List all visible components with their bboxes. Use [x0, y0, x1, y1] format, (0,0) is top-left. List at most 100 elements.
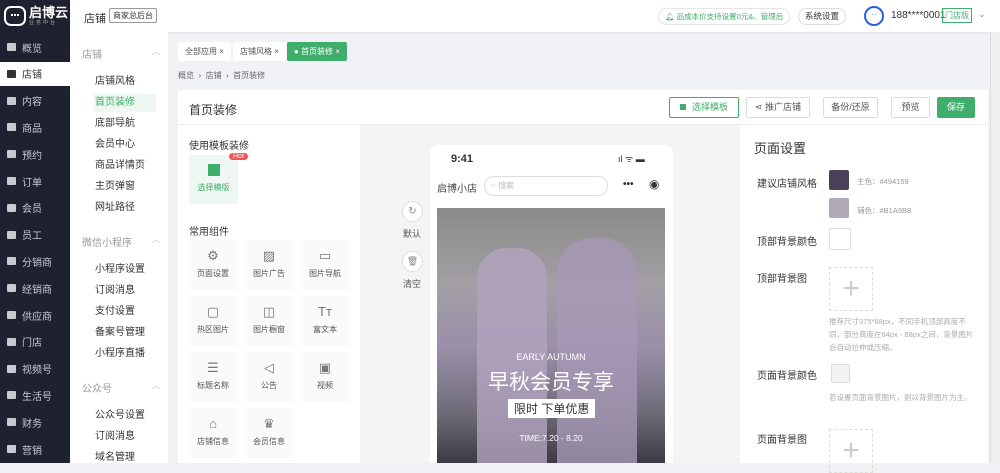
reset-label[interactable]: 默认 [403, 227, 421, 240]
store-name: 启博小店 [437, 184, 477, 195]
component-tile[interactable]: ▢ 热区图片 [189, 296, 237, 346]
nav-item[interactable]: 预约 [0, 142, 70, 166]
subnav-item[interactable]: 支付设置 [94, 303, 156, 321]
component-icon: ♛ [263, 416, 275, 431]
label: 选择模板 [691, 102, 728, 112]
subnav-item[interactable]: 首页装修 [94, 94, 156, 112]
subnav-item[interactable]: 小程序设置 [94, 261, 156, 279]
component-tile[interactable]: ▨ 图片广告 [245, 240, 293, 290]
nav-label: 商品 [22, 123, 42, 135]
trash-icon[interactable]: 🗑︎ [402, 251, 423, 272]
component-tile[interactable]: ▣ 视频 [301, 352, 349, 402]
nav-item[interactable]: 概览 [0, 35, 70, 59]
tab[interactable]: ● 首页装修 × [287, 42, 347, 61]
top-bg-color-picker[interactable] [829, 228, 851, 250]
banner-image[interactable]: EARLY AUTUMN 早秋会员专享 限时 下单优惠 TIME:7.20 - … [437, 208, 665, 463]
component-tile[interactable]: ◁ 公告 [245, 352, 293, 402]
reset-icon[interactable]: ↻ [402, 201, 423, 222]
subnav-group-header[interactable]: 店铺 [82, 46, 160, 61]
notice-pill[interactable]: 🔔︎ 品成本价支持设置0元&、管理后 [658, 8, 791, 25]
nav-item[interactable]: 营销 [0, 437, 70, 461]
component-tile[interactable]: ▭ 图片导航 [301, 240, 349, 290]
scrollbar[interactable] [990, 32, 1000, 463]
subnav-item[interactable]: 主页弹窗 [94, 178, 156, 196]
component-icon: ◁ [264, 360, 274, 375]
system-settings-button[interactable]: 系统设置 [798, 8, 847, 25]
subnav-item[interactable]: 备案号管理 [94, 324, 156, 342]
nav-item[interactable]: 商品 [0, 115, 70, 139]
subnav-item[interactable]: 店铺风格 [94, 73, 156, 91]
tab[interactable]: 店铺风格 × [233, 42, 286, 61]
nav-item[interactable]: 内容 [0, 89, 70, 113]
nav-item[interactable]: 生活号 [0, 383, 70, 407]
nav-item[interactable]: 财务 [0, 410, 70, 434]
nav-item[interactable]: 员工 [0, 223, 70, 247]
nav-item[interactable]: 门店 [0, 330, 70, 354]
nav-item[interactable]: 供应商 [0, 303, 70, 327]
nav-item[interactable]: 订单 [0, 169, 70, 193]
avatar[interactable]: ·· [864, 6, 884, 26]
nav-item[interactable]: 经销商 [0, 276, 70, 300]
select-template-tile[interactable]: 选择模版 [189, 155, 238, 204]
backup-restore-button[interactable]: 备份/还原 [823, 97, 878, 118]
page-bg-image-label: 页面背景图 [757, 435, 807, 446]
tab[interactable]: 全部应用 × [178, 42, 231, 61]
close-icon[interactable]: × [219, 47, 224, 56]
close-icon[interactable]: × [274, 47, 279, 56]
component-tile[interactable]: Tт 富文本 [301, 296, 349, 346]
subnav-item[interactable]: 会员中心 [94, 136, 156, 154]
preview-button[interactable]: 预览 [891, 97, 930, 118]
select-template-button[interactable]: 选择模板 [669, 97, 739, 118]
component-tile[interactable]: ⚙ 页面设置 [189, 240, 237, 290]
dot-icon: ● [294, 47, 302, 56]
subnav-item[interactable]: 订阅消息 [94, 282, 156, 300]
component-tile[interactable]: ◫ 图片橱窗 [245, 296, 293, 346]
clear-label[interactable]: 清空 [403, 277, 421, 290]
chevron-down-icon[interactable]: ⌄ [978, 9, 986, 20]
upload-top-bg-button[interactable]: + [829, 267, 873, 311]
phone-search-input[interactable]: ○ 搜索 [484, 176, 608, 196]
status-time: 9:41 [451, 153, 474, 165]
subnav-group-header[interactable]: 微信小程序 [82, 234, 160, 249]
subnav-item[interactable]: 底部导航 [94, 115, 156, 133]
subnav-item[interactable]: 网址路径 [94, 199, 156, 217]
close-icon[interactable]: × [335, 47, 340, 56]
nav-item[interactable]: 会员 [0, 196, 70, 220]
component-icon: ☰ [207, 360, 219, 375]
subnav-item[interactable]: 订阅消息 [94, 428, 156, 446]
page-title: 首页装修 [189, 103, 238, 117]
top-bar: 店铺 商家总后台 🔔︎ 品成本价支持设置0元&、管理后 系统设置 ·· 188*… [70, 0, 1000, 32]
target-icon[interactable]: ◉ [649, 177, 659, 191]
primary-color-swatch[interactable] [829, 170, 849, 190]
promote-store-button[interactable]: ⋖ 推广店铺 [746, 97, 810, 118]
tab-label: 首页装修 [301, 47, 334, 56]
subnav-group-header[interactable]: 公众号 [82, 380, 160, 395]
nav-label: 会员 [22, 204, 42, 216]
page-bg-color-picker[interactable] [831, 364, 850, 383]
component-label: 图片广告 [253, 269, 285, 278]
subnav-item[interactable]: 商品详情页 [94, 157, 156, 175]
component-label: 公告 [261, 381, 277, 390]
component-label: 店铺信息 [197, 437, 229, 446]
secondary-sidebar: 店铺店铺风格首页装修底部导航会员中心商品详情页主页弹窗网址路径微信小程序小程序设… [70, 32, 168, 463]
backend-button[interactable]: 商家总后台 [109, 8, 157, 23]
nav-item[interactable]: 视频号 [0, 357, 70, 381]
subnav-item[interactable]: 域名管理 [94, 449, 156, 467]
subnav-item[interactable]: 小程序直播 [94, 345, 156, 363]
component-tile[interactable]: ⌂ 店铺信息 [189, 408, 237, 458]
save-button[interactable]: 保存 [937, 97, 975, 118]
more-icon[interactable]: ••• [623, 179, 634, 190]
component-label: 标题名称 [197, 381, 229, 390]
nav-item[interactable]: 分销商 [0, 249, 70, 273]
nav-icon [7, 230, 16, 239]
component-tile[interactable]: ☰ 标题名称 [189, 352, 237, 402]
phone-preview: 9:41 ıl ᯤ ▬ 启博小店 ○ 搜索 ••• ◉ EARLY AUTUMN… [430, 145, 673, 463]
component-tile[interactable]: ♛ 会员信息 [245, 408, 293, 458]
subnav-item[interactable]: 公众号设置 [94, 407, 156, 425]
nav-item[interactable]: 店铺 [0, 61, 70, 86]
breadcrumb-item[interactable]: 概览 [178, 71, 194, 80]
secondary-color-swatch[interactable] [829, 198, 849, 218]
section-title: 店铺 [84, 13, 106, 25]
upload-page-bg-button[interactable]: + [829, 429, 873, 473]
breadcrumb-item[interactable]: 店铺 [206, 71, 222, 80]
